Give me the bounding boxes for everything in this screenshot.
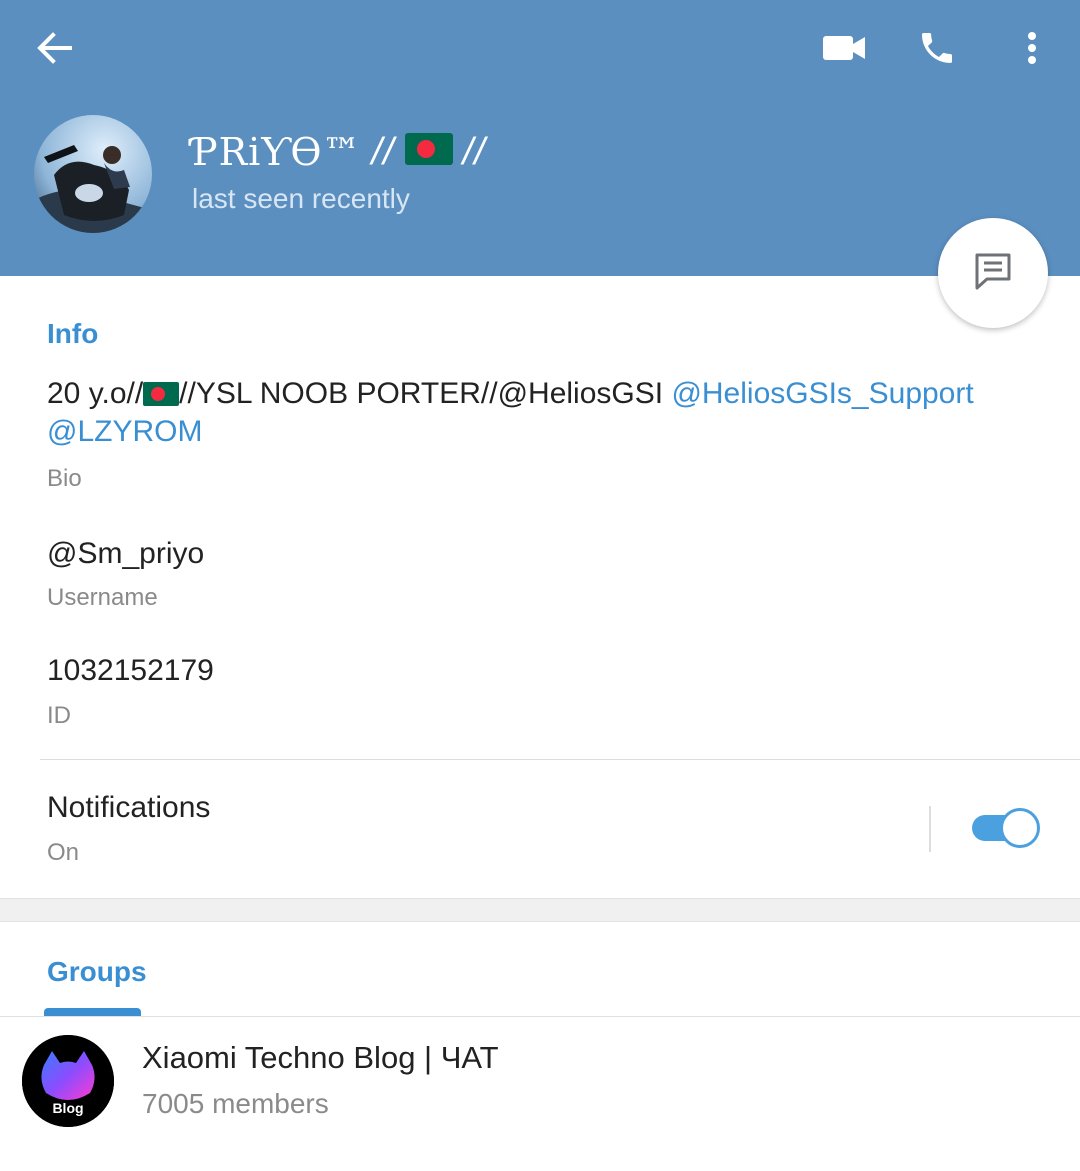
- notifications-label[interactable]: Notifications: [47, 791, 210, 825]
- tab-underline: [0, 1016, 1080, 1017]
- message-icon: [971, 249, 1015, 298]
- username-value[interactable]: @Sm_priyo: [47, 537, 204, 571]
- phone-icon[interactable]: [908, 22, 966, 74]
- id-label: ID: [47, 702, 71, 729]
- info-section-title: Info: [47, 318, 99, 349]
- group-avatar-text: Blog: [52, 1100, 83, 1116]
- section-gap: [0, 898, 1080, 922]
- bio-text-line2: @LZYROM: [47, 415, 202, 449]
- last-seen-status: last seen recently: [192, 183, 410, 214]
- id-value[interactable]: 1032152179: [47, 654, 214, 688]
- back-arrow-icon[interactable]: [24, 22, 84, 74]
- bio-flag-icon: [143, 377, 180, 410]
- profile-name-text: ƤRiƳϴ™: [192, 130, 362, 174]
- bio-link-lzyrom[interactable]: @LZYROM: [47, 415, 202, 448]
- bio-middle: //YSL NOOB PORTER//@HeliosGSI: [179, 377, 664, 410]
- name-separator-2: //: [462, 130, 486, 173]
- group-members: 7005 members: [142, 1088, 329, 1119]
- profile-avatar[interactable]: [34, 115, 152, 233]
- tab-indicator: [44, 1008, 141, 1016]
- notifications-toggle[interactable]: [970, 808, 1040, 848]
- username-label: Username: [47, 584, 158, 611]
- section-divider: [40, 759, 1080, 760]
- more-options-icon[interactable]: [1010, 22, 1054, 74]
- bio-link-support[interactable]: @HeliosGSIs_Support: [671, 377, 973, 410]
- profile-header: ƤRiƳϴ™ // // last seen recently: [0, 0, 1080, 276]
- bio-prefix: 20 y.o//: [47, 377, 144, 410]
- notifications-state: On: [47, 839, 80, 866]
- name-separator: //: [371, 130, 395, 173]
- bangladesh-flag-icon: [404, 130, 453, 174]
- notifications-separator: [929, 806, 931, 852]
- bio-label: Bio: [47, 465, 82, 492]
- send-message-button[interactable]: [938, 218, 1048, 328]
- toggle-knob: [1000, 808, 1040, 848]
- bio-text: 20 y.o// //YSL NOOB PORTER//@HeliosGSI @H…: [47, 377, 974, 411]
- group-name: Xiaomi Techno Blog | ЧАТ: [142, 1040, 499, 1075]
- profile-name: ƤRiƳϴ™ // //: [192, 130, 496, 174]
- group-avatar: Blog: [22, 1035, 114, 1127]
- video-call-icon[interactable]: [812, 22, 876, 74]
- tab-groups[interactable]: Groups: [47, 956, 147, 988]
